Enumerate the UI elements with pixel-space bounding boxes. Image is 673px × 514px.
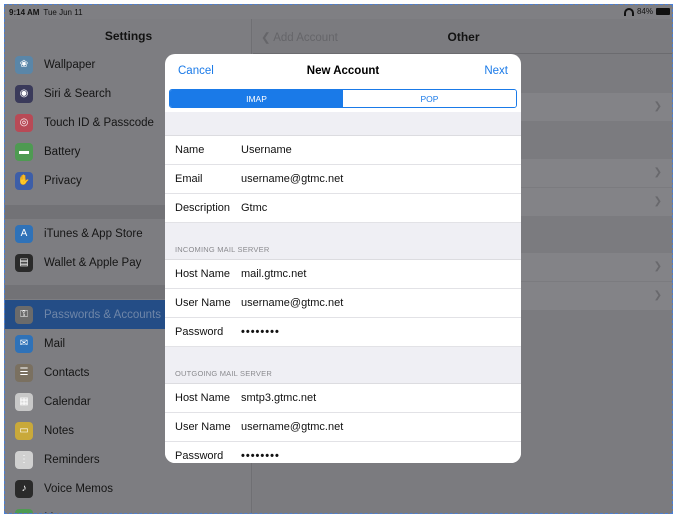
name-field[interactable]: Username — [241, 144, 292, 156]
sidebar-item-label: Calendar — [44, 395, 91, 408]
outgoing-username-field[interactable]: username@gtmc.net — [241, 421, 343, 433]
sheet-title: New Account — [306, 65, 380, 77]
wifi-icon — [623, 7, 634, 16]
incoming-section-header-area: INCOMING MAIL SERVER — [165, 223, 521, 260]
status-bar: 9:14 AM Tue Jun 11 84% — [5, 5, 672, 19]
sidebar-item-label: Siri & Search — [44, 87, 112, 100]
status-indicators: 84% — [623, 7, 670, 16]
sidebar-item-label: Passwords & Accounts — [44, 308, 161, 321]
sidebar-item-label: iTunes & App Store — [44, 227, 143, 240]
outgoing-password-row[interactable]: Password •••••••• — [165, 442, 521, 463]
sidebar-item-label: Notes — [44, 424, 75, 437]
sidebar-item-label: Privacy — [44, 174, 82, 187]
sidebar-item-messages[interactable]: ◌Messages — [5, 503, 252, 513]
segment-pop[interactable]: POP — [343, 90, 516, 107]
outgoing-username-row[interactable]: User Name username@gtmc.net — [165, 413, 521, 442]
sidebar-item-label: Wallet & Apple Pay — [44, 256, 142, 269]
email-field[interactable]: username@gtmc.net — [241, 173, 343, 185]
description-label: Description — [175, 202, 231, 214]
sidebar-item-label: Touch ID & Passcode — [44, 116, 154, 129]
sidebar-item-label: Contacts — [44, 366, 90, 379]
key-icon: ⚿ — [15, 305, 33, 324]
notes-icon: ▭ — [15, 421, 33, 440]
outgoing-host-label: Host Name — [175, 392, 231, 404]
outgoing-host-row[interactable]: Host Name smtp3.gtmc.net — [165, 384, 521, 413]
description-field-row[interactable]: Description Gtmc — [165, 194, 521, 223]
incoming-password-field[interactable]: •••••••• — [241, 326, 280, 338]
description-field[interactable]: Gtmc — [241, 202, 267, 214]
email-field-row[interactable]: Email username@gtmc.net — [165, 165, 521, 194]
incoming-username-label: User Name — [175, 297, 231, 309]
incoming-host-label: Host Name — [175, 268, 231, 280]
sidebar-title: Settings — [104, 29, 153, 43]
next-button[interactable]: Next — [484, 65, 508, 77]
sidebar-item-voice-memos[interactable]: ♪ Voice Memos — [5, 474, 252, 503]
incoming-password-label: Password — [175, 326, 224, 338]
ipad-screen: 9:14 AM Tue Jun 11 84% Settings ❀ Wallpap… — [4, 4, 673, 514]
outgoing-host-field[interactable]: smtp3.gtmc.net — [241, 392, 316, 404]
sheet-nav-bar: Cancel New Account Next — [165, 54, 521, 90]
incoming-username-field[interactable]: username@gtmc.net — [241, 297, 343, 309]
name-field-row[interactable]: Name Username — [165, 136, 521, 165]
chevron-right-icon: ❯ — [653, 290, 662, 301]
status-time: 9:14 AM — [9, 7, 40, 17]
battery-icon — [656, 8, 670, 15]
battery-percent: 84% — [636, 7, 653, 16]
chevron-right-icon: ❯ — [653, 101, 662, 112]
reminders-icon: ⋮ — [15, 450, 33, 469]
chevron-right-icon: ❯ — [653, 261, 662, 272]
messages-icon: ◌ — [15, 508, 33, 513]
voice-memos-icon: ♪ — [15, 479, 33, 498]
siri-icon: ◉ — [15, 84, 33, 103]
name-label: Name — [175, 144, 205, 156]
outgoing-password-field[interactable]: •••••••• — [241, 450, 280, 462]
incoming-host-row[interactable]: Host Name mail.gtmc.net — [165, 260, 521, 289]
chevron-right-icon: ❯ — [653, 196, 662, 207]
incoming-section-header: INCOMING MAIL SERVER — [175, 245, 270, 254]
wallpaper-icon: ❀ — [15, 55, 33, 74]
incoming-password-row[interactable]: Password •••••••• — [165, 318, 521, 347]
detail-title: Other — [447, 30, 480, 44]
email-label: Email — [175, 173, 203, 185]
battery-icon: ▬ — [15, 142, 33, 161]
sidebar-item-label: Reminders — [44, 453, 100, 466]
hand-icon: ✋ — [15, 171, 33, 190]
new-account-sheet: Cancel New Account Next IMAP POP Name Us… — [165, 54, 521, 463]
segment-imap[interactable]: IMAP — [170, 90, 343, 107]
detail-nav-bar: ❮ Add Account Other — [253, 19, 672, 54]
account-type-segmented-control: IMAP POP — [169, 89, 517, 108]
sidebar-item-label: Voice Memos — [44, 482, 114, 495]
chevron-right-icon: ❯ — [653, 167, 662, 178]
fingerprint-icon: ◎ — [15, 113, 33, 132]
incoming-username-row[interactable]: User Name username@gtmc.net — [165, 289, 521, 318]
app-store-icon: A — [15, 224, 33, 243]
outgoing-password-label: Password — [175, 450, 224, 462]
status-date: Tue Jun 11 — [43, 7, 83, 17]
wallet-icon: ▤ — [15, 253, 33, 272]
sidebar-item-label: Wallpaper — [44, 58, 96, 71]
outgoing-section-header-area: OUTGOING MAIL SERVER — [165, 347, 521, 384]
contacts-icon: ☰ — [15, 363, 33, 382]
sidebar-item-label: Battery — [44, 145, 81, 158]
sidebar-item-label: Mail — [44, 337, 66, 350]
outgoing-username-label: User Name — [175, 421, 231, 433]
mail-icon: ✉ — [15, 334, 33, 353]
outgoing-section-header: OUTGOING MAIL SERVER — [175, 369, 272, 378]
calendar-icon: ▦ — [15, 392, 33, 411]
section-spacer — [165, 112, 521, 136]
incoming-host-field[interactable]: mail.gtmc.net — [241, 268, 306, 280]
